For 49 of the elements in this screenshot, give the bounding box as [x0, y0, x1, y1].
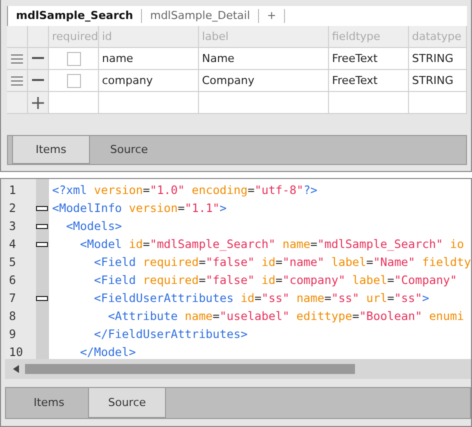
code-line: <Attribute name="uselabel" edittype="Boolean" enumi — [106, 309, 464, 323]
remove-row-icon[interactable] — [28, 48, 49, 70]
line-number: 5 — [8, 254, 17, 271]
scrollbar-thumb[interactable] — [25, 364, 355, 374]
line-number: 3 — [8, 218, 17, 235]
line-number: 4 — [8, 236, 17, 253]
table-cell: company — [99, 70, 199, 92]
view-tab[interactable]: Source — [88, 388, 166, 418]
table-cell: Name — [199, 48, 329, 70]
line-number: 10 — [8, 344, 24, 361]
fold-marker-icon[interactable] — [36, 206, 48, 210]
table-cell: STRING — [409, 70, 467, 92]
code-line: <Model id="mdlSample_Search" name="mdlSample_Search" io — [79, 237, 464, 251]
scroll-left-icon[interactable] — [13, 365, 19, 373]
horizontal-scrollbar[interactable] — [5, 359, 471, 379]
model-tab[interactable]: + — [259, 9, 286, 23]
required-checkbox[interactable] — [66, 74, 80, 88]
line-number: 6 — [8, 272, 17, 289]
model-tab[interactable]: mdlSample_Search — [8, 9, 142, 23]
code-line: <Field required="false" id="company" label="Company" — [92, 273, 458, 287]
code-line: </Model> — [79, 345, 136, 359]
drag-handle-icon[interactable] — [7, 48, 28, 70]
table-cell: Company — [199, 70, 329, 92]
table-cell: name — [99, 48, 199, 70]
code-line: <ModelInfo version="1.1"> — [52, 201, 227, 215]
line-number: 1 — [8, 182, 17, 199]
code-line: <?xml version="1.0" encoding="utf-8"?> — [52, 183, 318, 197]
remove-row-icon[interactable] — [28, 70, 49, 92]
view-tab[interactable]: Items — [12, 136, 90, 164]
line-number: 8 — [8, 308, 17, 325]
view-tab[interactable]: Source — [90, 136, 168, 164]
code-line: <FieldUserAttributes id="ss" name="ss" url="ss"> — [92, 291, 430, 305]
line-number: 9 — [8, 326, 17, 343]
table-cell: FreeText — [329, 70, 409, 92]
code-line: <Field required="false" id="name" label="Name" fieldty — [92, 255, 471, 269]
line-number: 2 — [8, 200, 17, 217]
required-checkbox[interactable] — [66, 52, 80, 66]
code-line: </FieldUserAttributes> — [92, 327, 248, 341]
table-cell: FreeText — [329, 48, 409, 70]
fold-marker-icon[interactable] — [36, 242, 48, 246]
add-row-icon[interactable] — [28, 92, 49, 114]
line-number: 7 — [8, 290, 17, 307]
table-cell: STRING — [409, 48, 467, 70]
code-line: <Models> — [65, 219, 122, 233]
view-tab[interactable]: Items — [10, 388, 88, 418]
fold-marker-icon[interactable] — [36, 296, 48, 300]
model-tab[interactable]: mdlSample_Detail — [142, 9, 260, 23]
fold-marker-icon[interactable] — [36, 224, 48, 228]
drag-handle-icon[interactable] — [7, 70, 28, 92]
